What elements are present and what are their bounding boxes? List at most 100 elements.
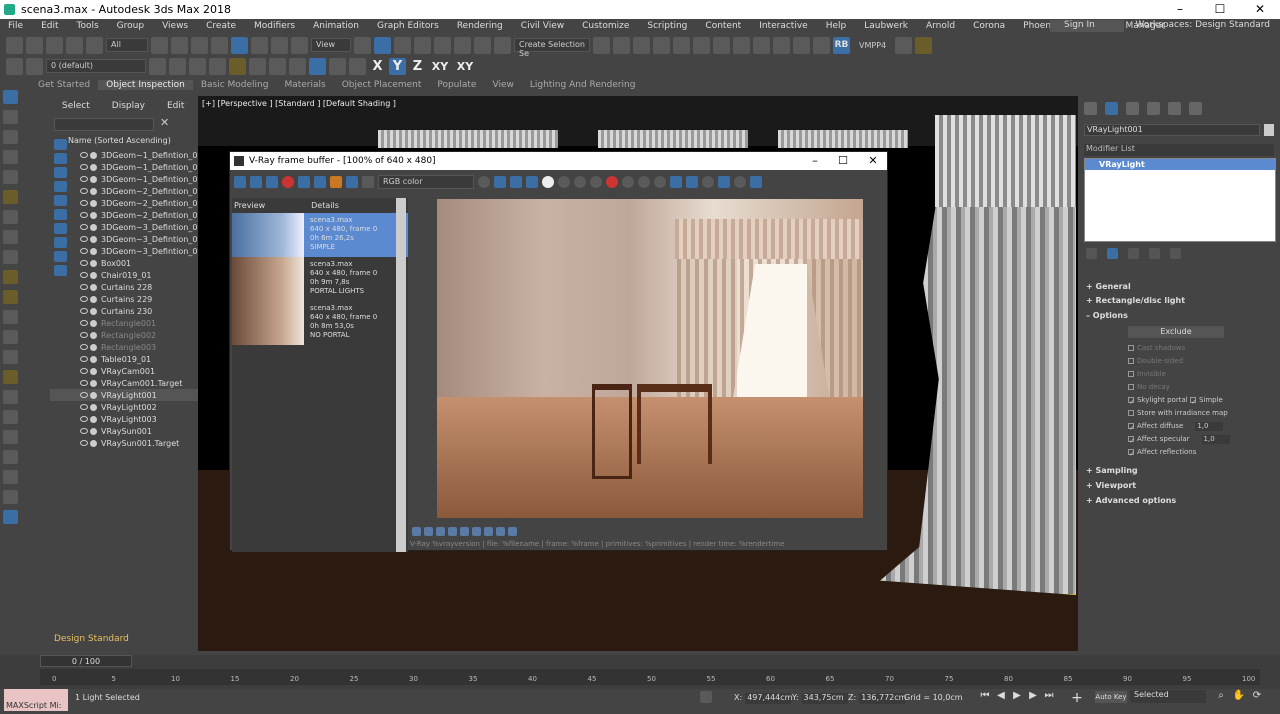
render-production-icon[interactable]	[793, 36, 810, 54]
undo-icon[interactable]	[6, 36, 23, 54]
light-bulb-icon[interactable]	[3, 190, 18, 204]
invisible-checkbox[interactable]: Invisible	[1128, 370, 1166, 378]
scene-object-row[interactable]: 3DGeom~3_Defintion_002	[50, 233, 208, 245]
modifier-list-select[interactable]: Modifier List	[1084, 144, 1274, 156]
select-by-name-icon[interactable]	[171, 36, 188, 54]
scene-object-row[interactable]: 3DGeom~3_Defintion_003	[50, 245, 208, 257]
clear-image-icon[interactable]	[590, 176, 602, 188]
interactive-render-icon[interactable]	[686, 176, 698, 188]
add-to-layer-icon[interactable]	[169, 57, 186, 75]
visibility-eye-icon[interactable]	[80, 404, 88, 410]
object-color-swatch[interactable]	[1264, 124, 1274, 136]
menu-rendering[interactable]: Rendering	[449, 21, 513, 31]
save-all-icon[interactable]	[266, 176, 278, 188]
scene-object-row[interactable]: VRayLight001	[50, 389, 198, 401]
z-coordinate-field[interactable]: 136,772cm	[859, 693, 906, 704]
box-icon[interactable]	[3, 130, 18, 144]
pixel-info-icon[interactable]	[496, 526, 505, 536]
scene-object-row[interactable]: VRaySun001.Target	[50, 437, 198, 449]
named-selection-select[interactable]: Create Selection Se	[514, 38, 590, 58]
axis-xy-button[interactable]: XY	[429, 58, 451, 75]
minimize-button[interactable]: –	[1160, 0, 1200, 19]
menu-animation[interactable]: Animation	[305, 21, 369, 31]
camera-icon[interactable]	[3, 150, 18, 164]
systems-icon[interactable]	[3, 250, 18, 264]
link-icon[interactable]	[46, 36, 63, 54]
layer-properties-icon[interactable]	[209, 57, 226, 75]
omni-light-icon[interactable]	[3, 370, 18, 384]
light-icon[interactable]	[915, 36, 933, 54]
visibility-eye-icon[interactable]	[80, 212, 88, 218]
visibility-eye-icon[interactable]	[80, 176, 88, 182]
scene-object-row[interactable]: 3DGeom~2_Defintion_002	[50, 197, 208, 209]
schematic-view-icon[interactable]	[713, 36, 730, 54]
particle-icon[interactable]	[3, 330, 18, 344]
visibility-eye-icon[interactable]	[80, 188, 88, 194]
select-tool-icon[interactable]	[3, 90, 18, 104]
history-item[interactable]: scena3.max 640 x 480, frame 0 0h 9m 7,8s…	[232, 257, 408, 301]
menu-content[interactable]: Content	[697, 21, 751, 31]
menu-file[interactable]: File	[0, 21, 33, 31]
viewport-label[interactable]: [+] [Perspective ] [Standard ] [Default …	[202, 99, 396, 108]
channel-select[interactable]: RGB color	[378, 175, 474, 189]
levels-icon[interactable]	[424, 526, 433, 536]
close-button[interactable]: ✕	[1240, 0, 1280, 19]
visibility-eye-icon[interactable]	[80, 332, 88, 338]
visibility-eye-icon[interactable]	[80, 152, 88, 158]
scene-object-row[interactable]: VRayCam001.Target	[50, 377, 198, 389]
teapot-render-icon[interactable]	[734, 176, 746, 188]
history-header-details[interactable]: Details	[311, 201, 339, 210]
channel-icon[interactable]	[330, 176, 342, 188]
edit-named-selection-icon[interactable]	[494, 36, 511, 54]
scene-object-row[interactable]: VRayLight002	[50, 401, 198, 413]
menu-laubwerk[interactable]: Laubwerk	[856, 21, 918, 31]
tab-object-placement[interactable]: Object Placement	[334, 80, 430, 90]
history-header-preview[interactable]: Preview	[234, 201, 265, 210]
scene-object-row[interactable]: Curtains 230	[50, 305, 198, 317]
visibility-eye-icon[interactable]	[80, 284, 88, 290]
go-to-end-icon[interactable]: ⏭	[1042, 690, 1056, 704]
se-menu-edit[interactable]: Edit	[167, 101, 184, 111]
alpha-channel-icon[interactable]	[542, 176, 554, 188]
pan-icon[interactable]: ✋	[1232, 690, 1246, 704]
y-coordinate-field[interactable]: 343,75cm	[801, 693, 848, 704]
double-sided-checkbox[interactable]: Double-sided	[1128, 357, 1183, 365]
align-icon[interactable]	[613, 36, 630, 54]
plant-icon[interactable]	[3, 430, 18, 444]
show-end-result-icon[interactable]	[1107, 248, 1118, 259]
object-info-icon[interactable]	[329, 57, 346, 75]
redo-icon[interactable]	[26, 36, 43, 54]
time-slider[interactable]: 0 / 100	[40, 655, 132, 667]
unlink-icon[interactable]	[66, 36, 83, 54]
lock-selection-icon[interactable]	[700, 691, 712, 703]
window-crossing-icon[interactable]	[211, 36, 228, 54]
vfb-maximize-button[interactable]: ☐	[828, 152, 858, 170]
green-channel-icon[interactable]	[510, 176, 522, 188]
scene-object-row[interactable]: 3DGeom~2_Defintion_003	[50, 209, 208, 221]
rollout-sampling[interactable]: + Sampling	[1086, 466, 1138, 475]
calculator-icon[interactable]	[289, 57, 306, 75]
menu-create[interactable]: Create	[198, 21, 246, 31]
tools-icon[interactable]	[269, 57, 286, 75]
scene-object-row[interactable]: VRayLight003	[50, 413, 198, 425]
display-tab-icon[interactable]	[1168, 102, 1181, 115]
display-shapes-icon[interactable]	[54, 153, 67, 164]
save-icon[interactable]	[250, 176, 262, 188]
mirror-icon[interactable]	[593, 36, 610, 54]
visibility-eye-icon[interactable]	[80, 308, 88, 314]
place-icon[interactable]	[291, 36, 308, 54]
load-image-icon[interactable]	[574, 176, 586, 188]
scene-object-row[interactable]: Rectangle001	[50, 317, 198, 329]
rollout-rectangle-disc[interactable]: + Rectangle/disc light	[1086, 296, 1185, 305]
visibility-eye-icon[interactable]	[80, 356, 88, 362]
visibility-eye-icon[interactable]	[80, 164, 88, 170]
helpers-icon[interactable]	[3, 210, 18, 224]
display-containers-icon[interactable]	[54, 265, 67, 276]
tree-icon[interactable]	[249, 57, 266, 75]
move-icon[interactable]	[231, 36, 248, 54]
scene-object-row[interactable]: 3DGeom~1_Defintion_001	[50, 149, 208, 161]
skylight-portal-checkbox[interactable]: ✓ Skylight portal ✓ Simple	[1128, 396, 1223, 406]
stop-render-icon[interactable]	[606, 176, 618, 188]
render-icon[interactable]	[3, 510, 18, 524]
vray-render-button[interactable]: RB	[833, 36, 850, 54]
